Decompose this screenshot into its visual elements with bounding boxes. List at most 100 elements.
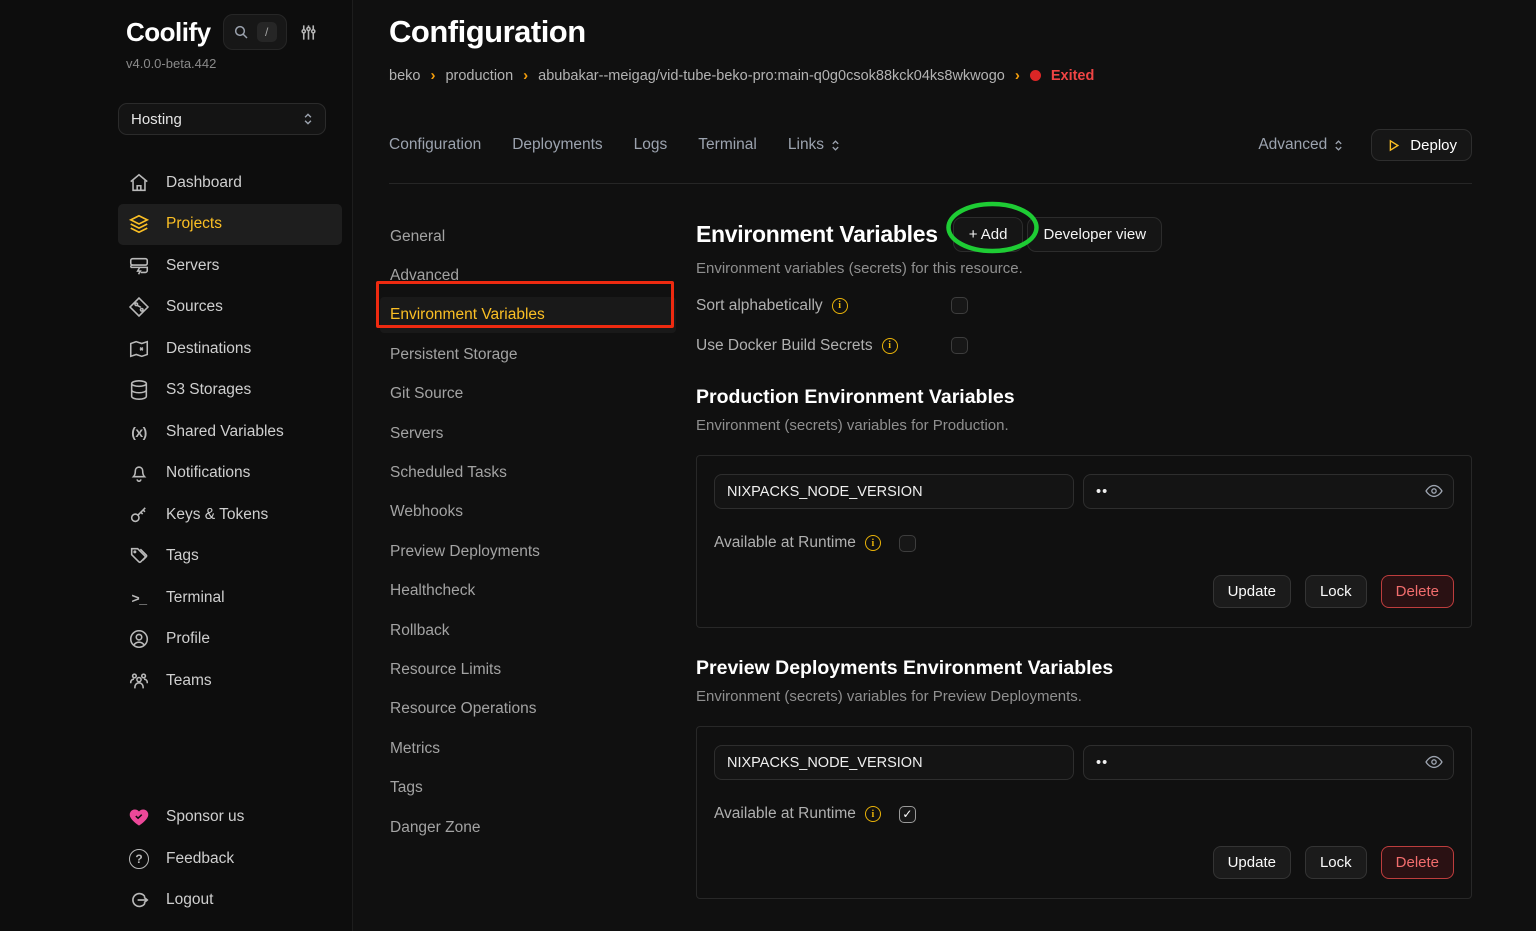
lock-button[interactable]: Lock — [1305, 846, 1367, 879]
submenu-tags[interactable]: Tags — [380, 768, 676, 807]
production-env-var-card: Available at Runtime i Update Lock Delet… — [696, 455, 1472, 628]
submenu-danger-zone[interactable]: Danger Zone — [380, 808, 676, 847]
add-env-var-button[interactable]: + Add — [953, 217, 1024, 252]
breadcrumb-environment[interactable]: production — [445, 68, 513, 84]
search-shortcut-key: / — [257, 22, 277, 42]
env-key-input[interactable] — [714, 745, 1074, 780]
advanced-menu[interactable]: Advanced — [1258, 136, 1345, 154]
play-icon — [1386, 138, 1401, 153]
deploy-button[interactable]: Deploy — [1371, 129, 1472, 161]
docker-build-secrets-row: Use Docker Build Secrets i — [696, 334, 1472, 357]
available-at-runtime-checkbox[interactable] — [899, 535, 916, 552]
team-select-value: Hosting — [131, 111, 182, 128]
docker-build-secrets-checkbox[interactable] — [951, 337, 968, 354]
user-circle-icon — [128, 628, 150, 650]
submenu-resource-limits[interactable]: Resource Limits — [380, 650, 676, 689]
update-button[interactable]: Update — [1213, 575, 1291, 608]
submenu-environment-variables[interactable]: Environment Variables — [380, 297, 676, 333]
info-icon: i — [865, 806, 881, 822]
env-value-input[interactable] — [1083, 745, 1454, 780]
available-at-runtime-label: Available at Runtime — [714, 534, 856, 552]
reveal-value-button[interactable] — [1424, 481, 1444, 501]
submenu-resource-operations[interactable]: Resource Operations — [380, 690, 676, 729]
sidebar-item-tags[interactable]: Tags — [118, 536, 342, 578]
available-at-runtime-checkbox[interactable] — [899, 806, 916, 823]
submenu-scheduled-tasks[interactable]: Scheduled Tasks — [380, 453, 676, 492]
tab-terminal[interactable]: Terminal — [698, 136, 757, 154]
sidebar-item-label: Sponsor us — [166, 808, 244, 826]
production-env-heading: Production Environment Variables — [696, 386, 1472, 409]
unfold-icon — [1332, 139, 1345, 152]
tab-links-label: Links — [788, 136, 824, 154]
status-dot — [1030, 70, 1041, 81]
layers-icon — [128, 213, 150, 235]
chevron-right-icon: › — [1015, 67, 1020, 84]
submenu-servers[interactable]: Servers — [380, 414, 676, 453]
status-badge: Exited — [1051, 68, 1095, 84]
submenu-preview-deployments[interactable]: Preview Deployments — [380, 532, 676, 571]
sidebar-item-feedback[interactable]: ? Feedback — [118, 838, 342, 880]
tabs-divider — [389, 183, 1472, 184]
sidebar-item-notifications[interactable]: Notifications — [118, 453, 342, 495]
team-select[interactable]: Hosting — [118, 103, 326, 135]
tab-configuration[interactable]: Configuration — [389, 136, 481, 154]
breadcrumb-project[interactable]: beko — [389, 68, 420, 84]
logout-icon — [128, 889, 150, 911]
database-icon — [128, 379, 150, 401]
submenu-advanced[interactable]: Advanced — [380, 256, 676, 295]
server-icon — [128, 255, 150, 277]
available-at-runtime-label: Available at Runtime — [714, 805, 856, 823]
sort-alphabetically-checkbox[interactable] — [951, 297, 968, 314]
submenu-webhooks[interactable]: Webhooks — [380, 493, 676, 532]
env-value-input[interactable] — [1083, 474, 1454, 509]
sort-alphabetically-row: Sort alphabetically i — [696, 294, 1472, 317]
env-key-input[interactable] — [714, 474, 1074, 509]
submenu-general[interactable]: General — [380, 217, 676, 256]
advanced-label: Advanced — [1258, 136, 1327, 154]
sidebar-item-terminal[interactable]: >_ Terminal — [118, 577, 342, 619]
sidebar-item-label: Profile — [166, 630, 210, 648]
sidebar-item-dashboard[interactable]: Dashboard — [118, 162, 342, 204]
update-button[interactable]: Update — [1213, 846, 1291, 879]
map-icon — [128, 338, 150, 360]
sidebar-item-shared-variables[interactable]: (x) Shared Variables — [118, 411, 342, 453]
submenu-git-source[interactable]: Git Source — [380, 375, 676, 414]
info-icon: i — [882, 338, 898, 354]
sidebar-item-s3-storages[interactable]: S3 Storages — [118, 370, 342, 412]
submenu-healthcheck[interactable]: Healthcheck — [380, 572, 676, 611]
preview-env-var-card: Available at Runtime i Update Lock Delet… — [696, 726, 1472, 899]
sidebar-item-projects[interactable]: Projects — [118, 204, 342, 246]
sidebar-item-sponsor-us[interactable]: Sponsor us — [118, 797, 342, 839]
main-area: Configuration beko › production › abubak… — [354, 0, 1536, 931]
submenu-persistent-storage[interactable]: Persistent Storage — [380, 335, 676, 374]
sidebar-item-logout[interactable]: Logout — [118, 880, 342, 922]
sidebar-item-teams[interactable]: Teams — [118, 660, 342, 702]
sidebar-item-sources[interactable]: Sources — [118, 287, 342, 329]
page-title: Configuration — [389, 14, 1472, 50]
bell-icon — [128, 462, 150, 484]
search-button[interactable]: / — [223, 14, 287, 50]
adjustments-icon[interactable] — [299, 23, 318, 42]
delete-button[interactable]: Delete — [1381, 575, 1454, 608]
sidebar-item-keys-tokens[interactable]: Keys & Tokens — [118, 494, 342, 536]
reveal-value-button[interactable] — [1424, 752, 1444, 772]
submenu-metrics[interactable]: Metrics — [380, 729, 676, 768]
sidebar-item-label: Keys & Tokens — [166, 506, 268, 524]
lock-button[interactable]: Lock — [1305, 575, 1367, 608]
tab-deployments[interactable]: Deployments — [512, 136, 602, 154]
developer-view-button[interactable]: Developer view — [1027, 217, 1162, 252]
sidebar-item-destinations[interactable]: Destinations — [118, 328, 342, 370]
sidebar-item-profile[interactable]: Profile — [118, 619, 342, 661]
unfold-icon — [301, 112, 315, 126]
delete-button[interactable]: Delete — [1381, 846, 1454, 879]
sidebar-item-label: Servers — [166, 257, 219, 275]
sidebar-item-servers[interactable]: Servers — [118, 245, 342, 287]
unfold-icon — [829, 139, 842, 152]
env-vars-subtitle: Environment variables (secrets) for this… — [696, 260, 1472, 277]
available-at-runtime-row: Available at Runtime i — [714, 805, 1454, 823]
tab-logs[interactable]: Logs — [634, 136, 668, 154]
sidebar-item-label: Shared Variables — [166, 423, 284, 441]
tab-links[interactable]: Links — [788, 136, 842, 154]
breadcrumb-resource[interactable]: abubakar--meigag/vid-tube-beko-pro:main-… — [538, 68, 1005, 84]
submenu-rollback[interactable]: Rollback — [380, 611, 676, 650]
